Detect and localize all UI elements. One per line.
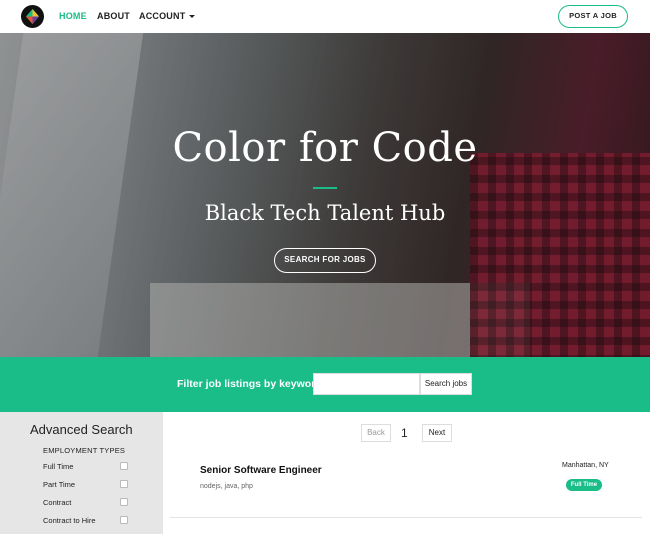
- hero-banner: Color for Code Black Tech Talent Hub SEA…: [0, 33, 650, 357]
- search-for-jobs-button[interactable]: SEARCH FOR JOBS: [274, 248, 376, 273]
- hero-divider: [313, 187, 337, 189]
- full-time-checkbox[interactable]: [120, 462, 128, 470]
- advanced-search-title: Advanced Search: [30, 422, 133, 437]
- keyword-search-input[interactable]: [313, 373, 420, 395]
- pager-back-button[interactable]: Back: [361, 424, 391, 442]
- job-title-link[interactable]: Senior Software Engineer: [200, 465, 322, 476]
- search-jobs-button[interactable]: Search jobs: [420, 373, 472, 395]
- option-label: Contract: [43, 498, 72, 507]
- nav-about-link[interactable]: ABOUT: [97, 11, 130, 21]
- pager-next-button[interactable]: Next: [422, 424, 452, 442]
- filter-label: Filter job listings by keyword: [177, 378, 322, 390]
- nav-account-dropdown[interactable]: ACCOUNT: [139, 11, 196, 21]
- hero-overlay: [0, 33, 650, 357]
- employment-type-full-time[interactable]: Full Time: [43, 461, 133, 473]
- option-label: Contract to Hire: [43, 516, 96, 525]
- contract-checkbox[interactable]: [120, 498, 128, 506]
- advanced-search-sidebar: Advanced Search EMPLOYMENT TYPES Full Ti…: [0, 412, 163, 534]
- job-listing-item[interactable]: Senior Software Engineer nodejs, java, p…: [170, 452, 642, 518]
- employment-type-part-time[interactable]: Part Time: [43, 479, 133, 491]
- option-label: Part Time: [43, 480, 76, 489]
- nav-account-label: ACCOUNT: [139, 11, 186, 21]
- job-tags: nodejs, java, php: [200, 483, 253, 490]
- employment-types-heading: EMPLOYMENT TYPES: [43, 446, 126, 455]
- top-navbar: HOME ABOUT ACCOUNT POST A JOB: [0, 0, 650, 33]
- nav-home-link[interactable]: HOME: [59, 11, 87, 21]
- part-time-checkbox[interactable]: [120, 480, 128, 488]
- post-job-button[interactable]: POST A JOB: [558, 5, 628, 28]
- employment-type-contract-to-hire[interactable]: Contract to Hire: [43, 515, 133, 527]
- logo-icon[interactable]: [21, 5, 44, 28]
- caret-down-icon: [189, 15, 196, 19]
- employment-type-contract[interactable]: Contract: [43, 497, 133, 509]
- hero-subtitle: Black Tech Talent Hub: [204, 201, 446, 225]
- hero-title: Color for Code: [172, 125, 478, 171]
- job-type-badge: Full Time: [566, 479, 602, 491]
- contract-to-hire-checkbox[interactable]: [120, 516, 128, 524]
- option-label: Full Time: [43, 462, 74, 471]
- job-location: Manhattan, NY: [562, 462, 609, 469]
- keyword-filter-bar: Filter job listings by keyword Search jo…: [0, 357, 650, 412]
- pager-current-page: 1: [401, 426, 408, 440]
